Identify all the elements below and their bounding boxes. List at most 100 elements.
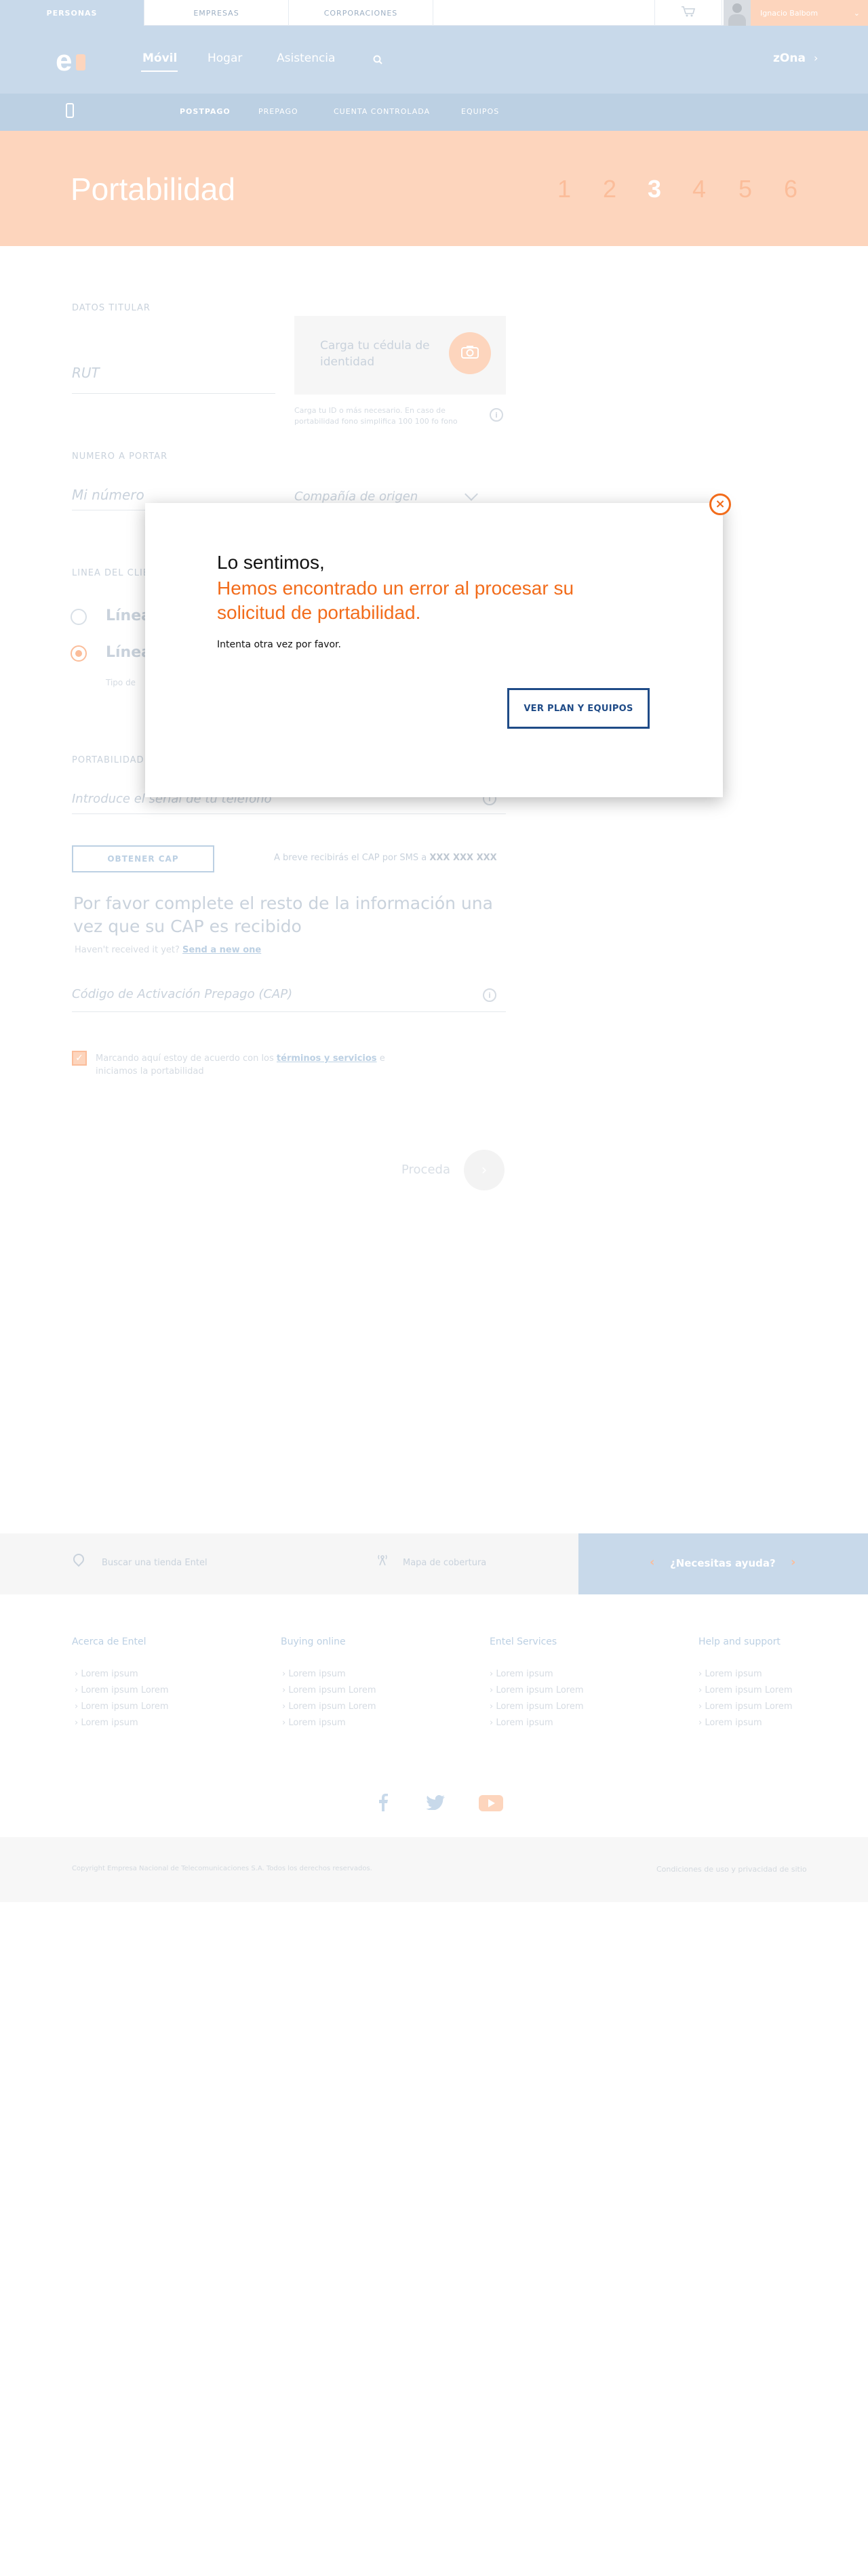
proceed-button[interactable]: › bbox=[464, 1150, 505, 1190]
nav-movil[interactable]: Móvil bbox=[142, 52, 177, 65]
zona-link[interactable]: zOna bbox=[773, 52, 806, 65]
nav-hogar[interactable]: Hogar bbox=[208, 52, 242, 65]
terms-checkbox[interactable]: ✓ bbox=[72, 1051, 87, 1066]
cap-note: A breve recibirás el CAP por SMS a XXX X… bbox=[274, 853, 497, 863]
terms-link[interactable]: términos y servicios bbox=[277, 1053, 377, 1064]
top-tab-personas[interactable]: PERSONAS bbox=[0, 0, 144, 26]
info-icon[interactable]: i bbox=[483, 988, 496, 1002]
compania-select[interactable]: Compañía de origen bbox=[294, 489, 418, 504]
footer-link[interactable]: › Lorem ipsum Lorem bbox=[75, 1702, 169, 1712]
radio-linea-1-label: Línea bbox=[106, 607, 151, 624]
resend-row: Haven't received it yet? Send a new one bbox=[75, 945, 261, 955]
step-5: 5 bbox=[738, 175, 753, 203]
radio-note: Tipo de bbox=[106, 678, 136, 687]
step-4: 4 bbox=[692, 175, 707, 203]
footer-link[interactable]: › Lorem ipsum bbox=[282, 1718, 346, 1728]
entel-logo[interactable]: e bbox=[56, 46, 72, 76]
cart-button[interactable] bbox=[654, 0, 722, 26]
cap-note-number: XXX XXX XXX bbox=[429, 853, 497, 863]
modal-error-message: Hemos encontrado un error al procesar su… bbox=[217, 578, 574, 623]
subnav-postpago[interactable]: POSTPAGO bbox=[180, 107, 231, 116]
copyright-text: Copyright Empresa Nacional de Telecomuni… bbox=[72, 1865, 372, 1872]
camera-icon bbox=[461, 345, 479, 361]
step-3: 3 bbox=[648, 175, 662, 203]
radio-linea-2[interactable] bbox=[71, 645, 87, 662]
footer-link[interactable]: › Lorem ipsum bbox=[698, 1718, 762, 1728]
step-1: 1 bbox=[557, 175, 572, 203]
proceed-label: Proceda bbox=[401, 1163, 450, 1177]
footer-link[interactable]: › Lorem ipsum Lorem bbox=[698, 1685, 793, 1695]
footer-link[interactable]: › Lorem ipsum bbox=[490, 1718, 553, 1728]
footer-link[interactable]: › Lorem ipsum bbox=[75, 1669, 138, 1679]
top-tab-empresas[interactable]: EMPRESAS bbox=[144, 0, 289, 26]
top-tab-corporaciones[interactable]: CORPORACIONES bbox=[289, 0, 433, 26]
footer-link[interactable]: › Lorem ipsum Lorem bbox=[282, 1685, 376, 1695]
error-modal bbox=[145, 503, 723, 797]
complete-info-text: Por favor complete el resto de la inform… bbox=[73, 893, 493, 936]
footer-link[interactable]: › Lorem ipsum Lorem bbox=[698, 1702, 793, 1712]
radio-linea-2-label: Línea bbox=[106, 644, 151, 661]
search-icon[interactable] bbox=[373, 54, 382, 67]
phone-icon bbox=[66, 103, 74, 118]
user-menu[interactable]: Ignacio Balbom ⌄ bbox=[751, 0, 868, 26]
chevron-right-icon[interactable]: › bbox=[791, 1555, 795, 1569]
datos-titular-label: DATOS TITULAR bbox=[72, 303, 151, 313]
resend-prefix: Haven't received it yet? bbox=[75, 945, 180, 955]
footer-link[interactable]: › Lorem ipsum Lorem bbox=[282, 1702, 376, 1712]
arrow-right-icon: › bbox=[481, 1161, 488, 1179]
footer-link[interactable]: › Lorem ipsum Lorem bbox=[490, 1685, 584, 1695]
footer-col-title[interactable]: Entel Services bbox=[490, 1636, 557, 1647]
user-name: Ignacio Balbom bbox=[760, 8, 818, 18]
portabilidad-label: PORTABILIDAD bbox=[72, 755, 144, 765]
close-icon: × bbox=[715, 497, 726, 511]
footer-col-title[interactable]: Buying online bbox=[281, 1636, 346, 1647]
id-upload-note: Carga tu ID o más necesario. En caso de … bbox=[294, 406, 458, 426]
nav-asistencia[interactable]: Asistencia bbox=[277, 52, 335, 65]
step-2: 2 bbox=[603, 175, 617, 203]
page-title: Portabilidad bbox=[71, 172, 235, 207]
footer-link[interactable]: › Lorem ipsum bbox=[75, 1718, 138, 1728]
avatar[interactable] bbox=[724, 0, 751, 26]
footer-col-title[interactable]: Help and support bbox=[698, 1636, 781, 1647]
resend-link[interactable]: Send a new one bbox=[182, 945, 261, 955]
twitter-icon[interactable] bbox=[426, 1795, 445, 1813]
info-icon[interactable]: i bbox=[490, 408, 503, 422]
view-plans-button[interactable]: VER PLAN Y EQUIPOS bbox=[507, 688, 650, 729]
subnav-prepago[interactable]: PREPAGO bbox=[258, 107, 298, 116]
antenna-icon bbox=[377, 1554, 388, 1566]
modal-hint: Intenta otra vez por favor. bbox=[217, 639, 341, 650]
help-title[interactable]: ¿Necesitas ayuda? bbox=[670, 1557, 776, 1569]
page: PERSONAS EMPRESAS CORPORACIONES Ignacio … bbox=[0, 0, 868, 2576]
footer-link[interactable]: › Lorem ipsum Lorem bbox=[490, 1702, 584, 1712]
cap-note-text: A breve recibirás el CAP por SMS a bbox=[274, 853, 427, 863]
footer-link[interactable]: › Lorem ipsum bbox=[698, 1669, 762, 1679]
footer-col-title[interactable]: Acerca de Entel bbox=[72, 1636, 146, 1647]
close-button[interactable]: × bbox=[709, 494, 731, 515]
facebook-icon[interactable] bbox=[378, 1794, 388, 1814]
sub-nav bbox=[0, 94, 868, 131]
id-upload-text: Carga tu cédula de identidad bbox=[320, 339, 430, 369]
cap-underline bbox=[72, 1011, 506, 1012]
numero-label: NUMERO A PORTAR bbox=[72, 451, 168, 462]
subnav-cuenta-controlada[interactable]: CUENTA CONTROLADA bbox=[334, 107, 430, 116]
rut-input[interactable]: RUT bbox=[72, 365, 100, 381]
cap-input[interactable]: Código de Activación Prepago (CAP) bbox=[72, 987, 292, 1001]
footer-link[interactable]: › Lorem ipsum bbox=[490, 1669, 553, 1679]
youtube-icon[interactable] bbox=[479, 1795, 503, 1814]
find-store-link[interactable]: Buscar una tienda Entel bbox=[102, 1558, 208, 1568]
coverage-map-link[interactable]: Mapa de cobertura bbox=[403, 1558, 486, 1568]
footer-link[interactable]: › Lorem ipsum Lorem bbox=[75, 1685, 169, 1695]
obtener-cap-button[interactable]: OBTENER CAP bbox=[72, 845, 214, 872]
radio-linea-1[interactable] bbox=[71, 609, 87, 625]
terms-prefix: Marcando aquí estoy de acuerdo con los bbox=[96, 1053, 274, 1064]
policy-link[interactable]: Condiciones de uso y privacidad de sitio bbox=[656, 1865, 807, 1874]
step-6: 6 bbox=[784, 175, 798, 203]
subnav-equipos[interactable]: EQUIPOS bbox=[461, 107, 499, 116]
footer-link[interactable]: › Lorem ipsum bbox=[282, 1669, 346, 1679]
modal-title: Lo sentimos, bbox=[217, 552, 325, 573]
chevron-left-icon[interactable]: ‹ bbox=[650, 1555, 654, 1569]
numero-input[interactable]: Mi número bbox=[72, 487, 144, 503]
chevron-right-icon: › bbox=[814, 52, 818, 64]
main-header bbox=[0, 26, 868, 94]
camera-button[interactable] bbox=[449, 332, 491, 374]
